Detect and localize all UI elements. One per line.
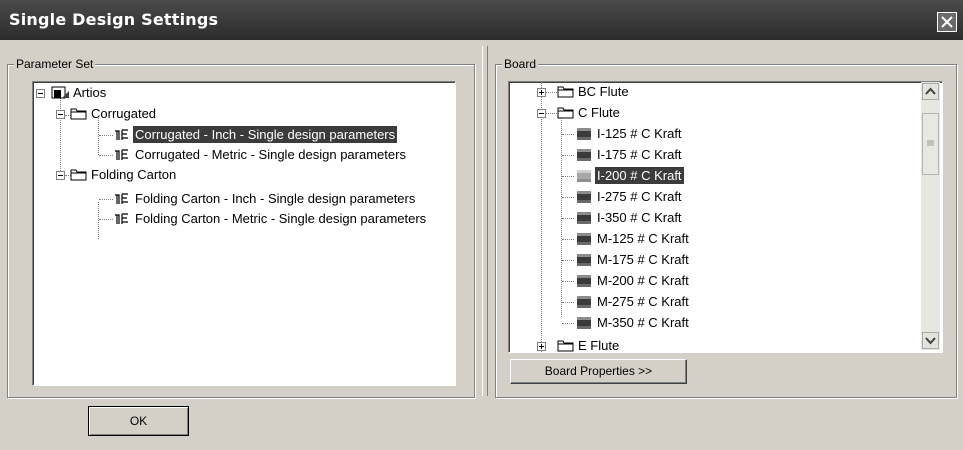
tree-item-label: I-350 # C Kraft (597, 210, 682, 225)
board-icon (577, 191, 591, 203)
tree-item-label: I-275 # C Kraft (597, 189, 682, 204)
collapse-toggle[interactable] (56, 171, 65, 180)
folder-icon (70, 108, 87, 120)
parameter-set-icon (115, 213, 128, 224)
tree-item-label: M-200 # C Kraft (597, 273, 689, 288)
tree-item-folding-carton-metric[interactable]: Folding Carton - Metric - Single design … (33, 209, 453, 229)
collapse-toggle[interactable] (56, 110, 65, 119)
board-icon (577, 128, 591, 140)
board-icon (577, 254, 591, 266)
tree-item-m-125[interactable]: M-125 # C Kraft (509, 229, 919, 249)
board-tree[interactable]: BC Flute C Flute I-125 # C Kraft I-175 #… (508, 81, 943, 353)
board-scrollbar[interactable] (921, 82, 940, 350)
tree-item-folding-carton-inch[interactable]: Folding Carton - Inch - Single design pa… (33, 189, 453, 209)
folder-icon (557, 340, 574, 352)
tree-item-corrugated[interactable]: Corrugated (33, 104, 453, 124)
folder-icon (70, 169, 87, 181)
tree-item-i-200[interactable]: I-200 # C Kraft (509, 166, 919, 186)
folder-icon (557, 107, 574, 119)
board-icon (577, 212, 591, 224)
scroll-up-button[interactable] (922, 83, 939, 100)
tree-item-bc-flute[interactable]: BC Flute (509, 82, 919, 102)
board-icon (577, 170, 591, 182)
tree-item-label: M-350 # C Kraft (597, 315, 689, 330)
tree-item-corrugated-metric[interactable]: Corrugated - Metric - Single design para… (33, 145, 453, 165)
folder-icon (557, 86, 574, 98)
parameter-set-label: Parameter Set (14, 57, 96, 71)
board-label: Board (502, 57, 539, 71)
board-icon (577, 275, 591, 287)
parameter-set-icon (115, 129, 128, 140)
parameter-set-icon (115, 149, 128, 160)
tree-item-label: Folding Carton - Inch - Single design pa… (135, 191, 416, 206)
grip-icon (927, 140, 934, 146)
tree-item-e-flute[interactable]: E Flute (509, 336, 919, 353)
artios-icon (51, 86, 69, 99)
tree-item-i-275[interactable]: I-275 # C Kraft (509, 187, 919, 207)
pane-splitter[interactable] (482, 46, 488, 396)
tree-item-label: M-125 # C Kraft (597, 231, 689, 246)
tree-item-label: Folding Carton - Metric - Single design … (135, 211, 427, 226)
tree-item-label: BC Flute (578, 84, 629, 99)
scroll-thumb[interactable] (922, 113, 939, 175)
parameter-set-tree[interactable]: Artios Corrugated Corrugated - Inch - Si… (32, 81, 456, 386)
board-properties-label: Board Properties >> (544, 364, 653, 378)
tree-item-label: Artios (73, 85, 107, 100)
tree-item-m-175[interactable]: M-175 # C Kraft (509, 250, 919, 270)
board-properties-button[interactable]: Board Properties >> (510, 359, 687, 384)
tree-item-label: Corrugated - Inch - Single design parame… (133, 126, 398, 143)
tree-item-i-350[interactable]: I-350 # C Kraft (509, 208, 919, 228)
tree-item-folding-carton[interactable]: Folding Carton (33, 165, 453, 185)
collapse-toggle[interactable] (36, 89, 45, 98)
tree-item-label: Corrugated - Metric - Single design para… (135, 147, 406, 162)
tree-item-m-275[interactable]: M-275 # C Kraft (509, 292, 919, 312)
tree-item-artios[interactable]: Artios (33, 83, 453, 103)
tree-item-corrugated-inch[interactable]: Corrugated - Inch - Single design parame… (33, 125, 453, 145)
tree-item-m-200[interactable]: M-200 # C Kraft (509, 271, 919, 291)
parameter-set-icon (115, 193, 128, 204)
board-icon (577, 233, 591, 245)
tree-item-label: Folding Carton (91, 167, 177, 182)
close-button[interactable] (937, 12, 957, 32)
scroll-down-button[interactable] (922, 332, 939, 349)
tree-item-i-125[interactable]: I-125 # C Kraft (509, 124, 919, 144)
tree-item-label: C Flute (578, 105, 620, 120)
board-icon (577, 149, 591, 161)
tree-item-c-flute[interactable]: C Flute (509, 103, 919, 123)
tree-item-m-350[interactable]: M-350 # C Kraft (509, 313, 919, 333)
tree-item-label: M-175 # C Kraft (597, 252, 689, 267)
collapse-toggle[interactable] (537, 109, 546, 118)
chevron-down-icon (925, 337, 936, 345)
board-icon (577, 317, 591, 329)
expand-toggle[interactable] (537, 342, 546, 351)
dialog-body: Parameter Set Artios Corrugated Corrugat… (0, 40, 963, 450)
tree-item-i-175[interactable]: I-175 # C Kraft (509, 145, 919, 165)
tree-item-label: M-275 # C Kraft (597, 294, 689, 309)
board-icon (577, 296, 591, 308)
expand-toggle[interactable] (537, 88, 546, 97)
chevron-up-icon (925, 87, 936, 95)
ok-button[interactable]: OK (88, 406, 189, 436)
close-icon (941, 16, 953, 28)
tree-item-label: Corrugated (91, 106, 157, 121)
title-bar: Single Design Settings (0, 0, 963, 40)
tree-item-label: I-200 # C Kraft (595, 167, 684, 184)
tree-item-label: E Flute (578, 338, 620, 353)
tree-item-label: I-175 # C Kraft (597, 147, 682, 162)
tree-item-label: I-125 # C Kraft (597, 126, 682, 141)
window-title: Single Design Settings (9, 10, 219, 29)
ok-label: OK (129, 414, 148, 428)
